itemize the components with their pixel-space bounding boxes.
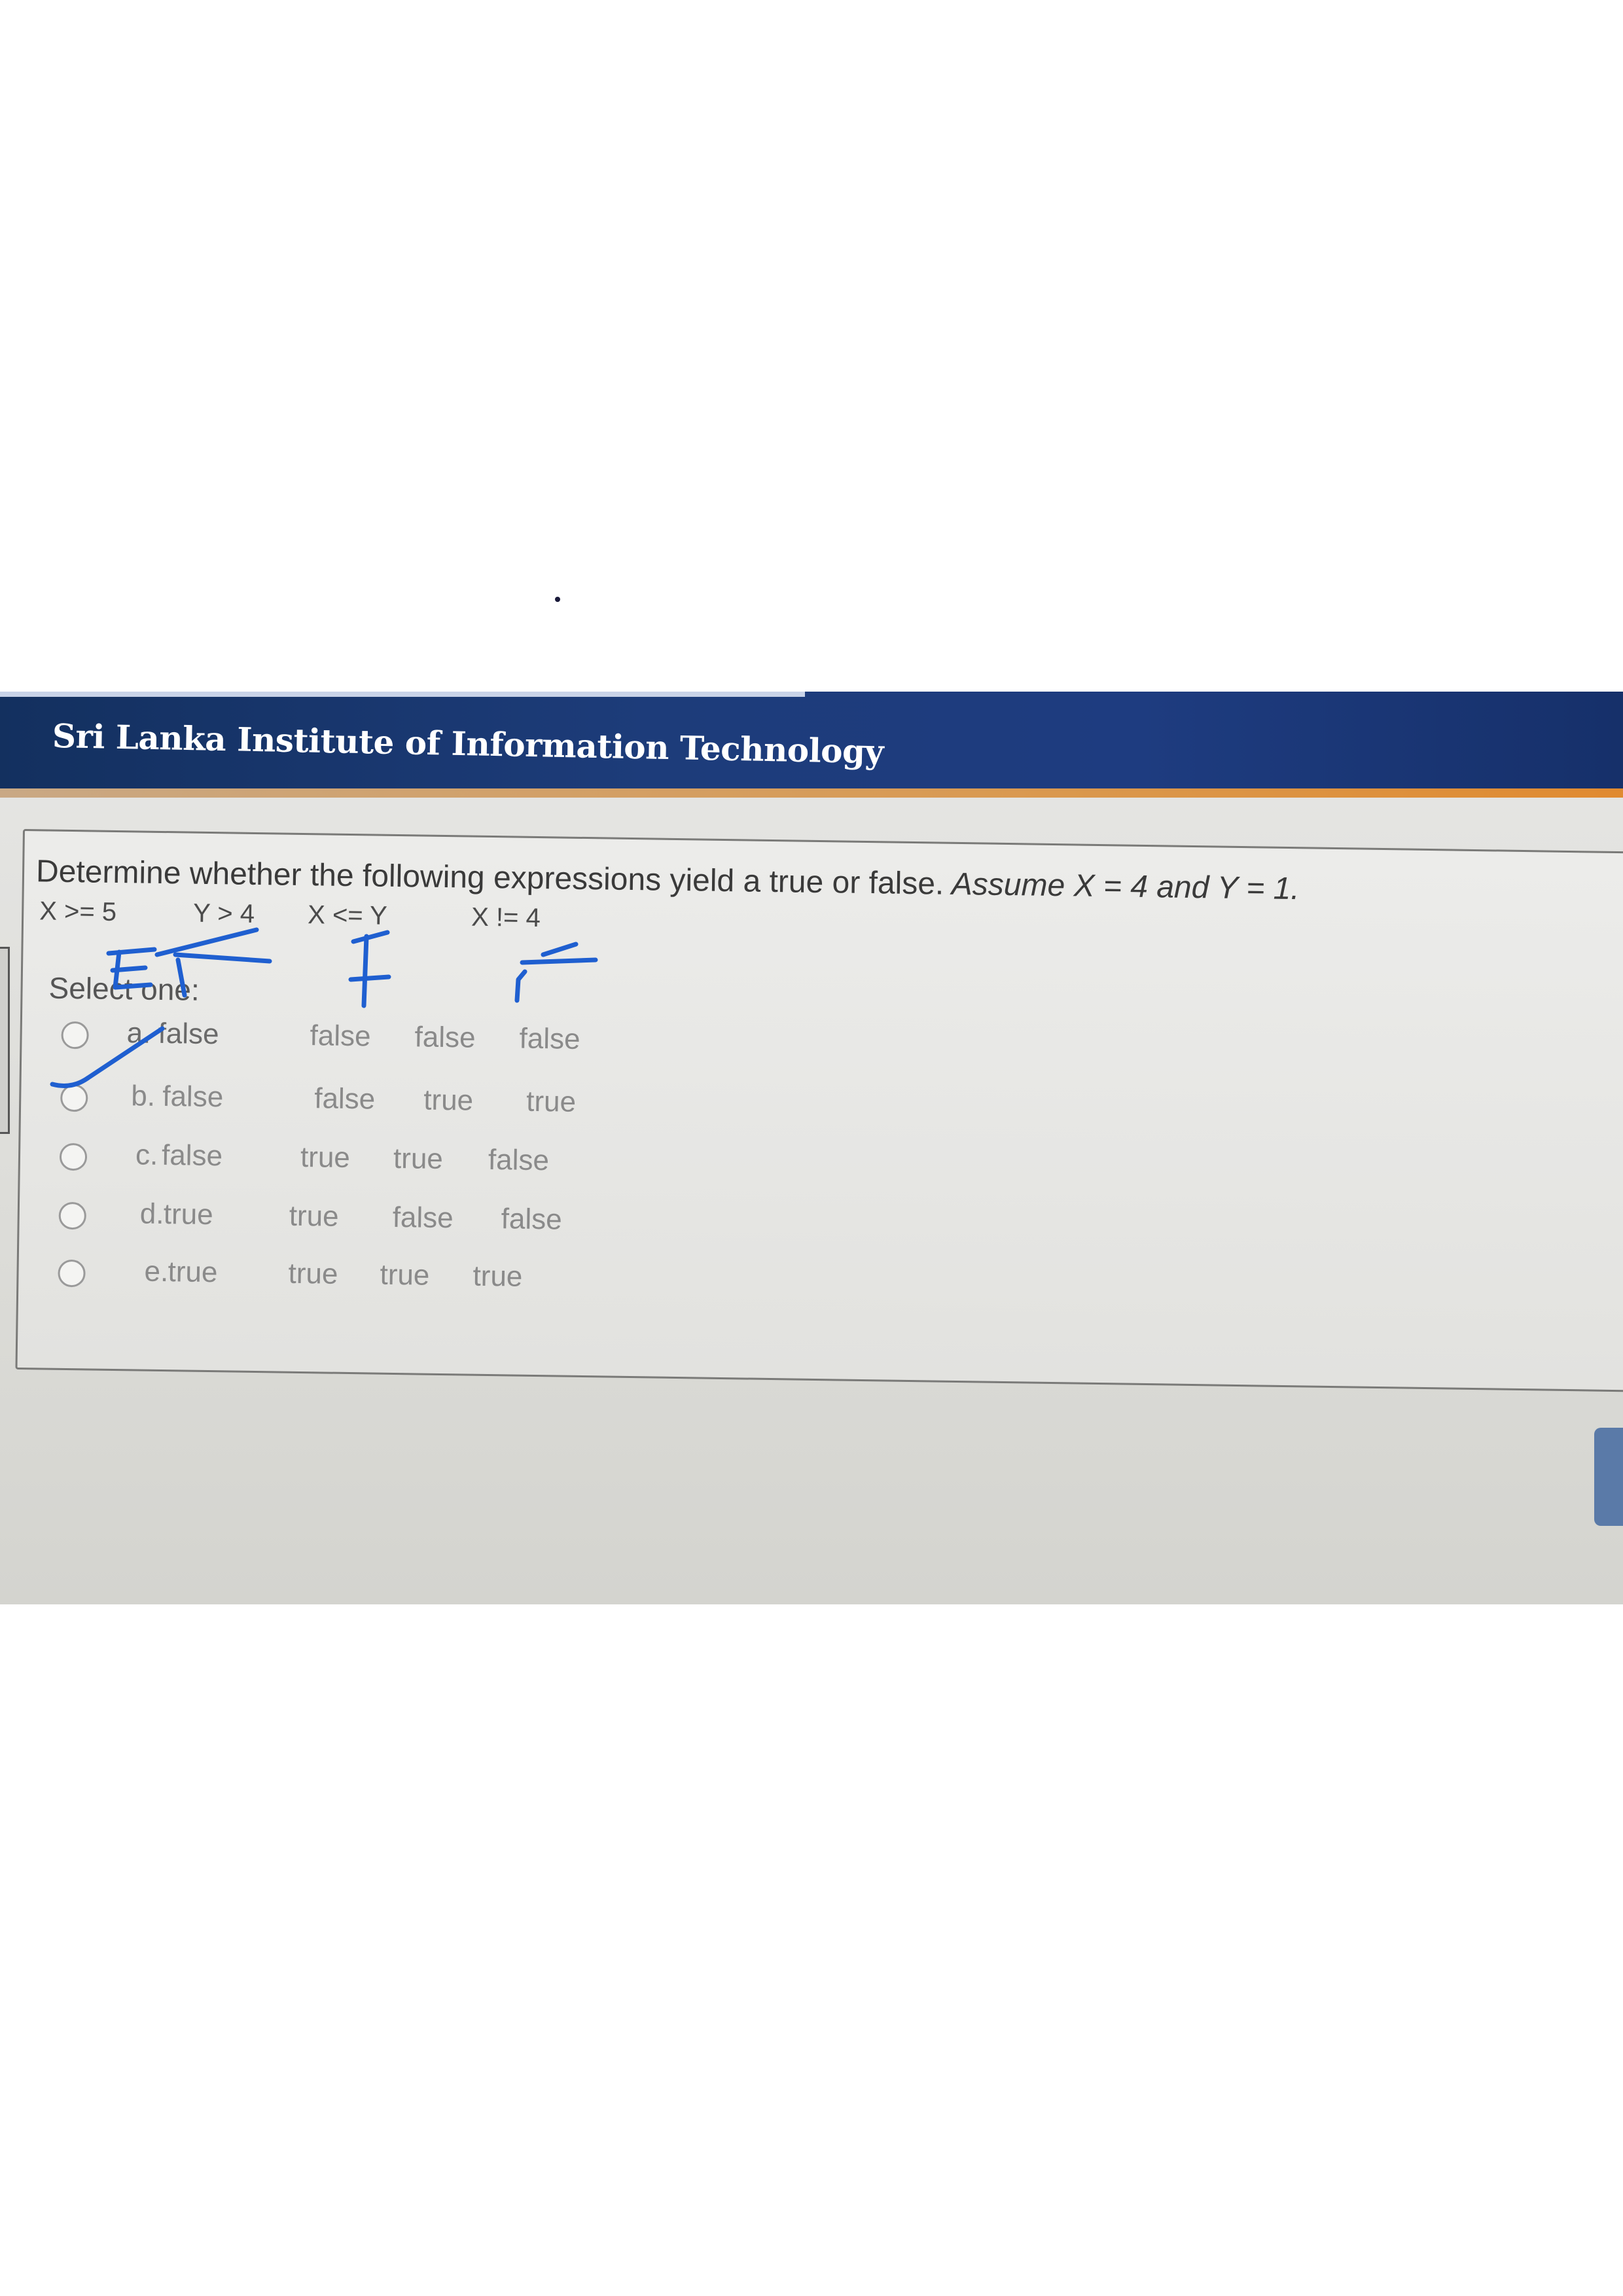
option-b-letter: b. [130,1080,156,1112]
radio-button-b[interactable] [60,1084,88,1112]
option-e-value-2: true [288,1257,338,1290]
option-b[interactable]: b. false false true true [60,1079,576,1118]
option-e-value-4: true [473,1260,523,1293]
radio-button-d[interactable] [58,1201,87,1230]
option-a-value-1: false [158,1017,219,1051]
option-a-letter: a. [126,1017,151,1050]
option-e-letter: e. [144,1255,169,1288]
option-b-value-1: false [162,1080,224,1114]
option-d-letter: d. [139,1197,164,1231]
expression-2: Y > 4 [192,898,255,928]
left-edge-tab [0,947,10,1134]
radio-button-e[interactable] [58,1259,86,1288]
radio-button-a[interactable] [61,1021,89,1050]
option-a-value-3: false [414,1021,476,1054]
expression-list: X >= 5 Y > 4 X <= Y X != 4 [39,896,541,932]
expression-3: X <= Y [307,900,388,930]
option-e-value-3: true [380,1258,430,1292]
photographed-screen: Sri Lanka Institute of Information Techn… [0,692,1623,1604]
option-c-value-2: true [300,1140,351,1174]
option-a[interactable]: a. false false false false [61,1016,580,1055]
expression-1: X >= 5 [39,896,117,927]
option-e-value-1: true [168,1256,218,1289]
stray-dot [555,597,560,602]
select-one-label: Select one: [48,970,200,1007]
option-d-value-1: true [163,1198,213,1231]
option-a-value-4: false [519,1022,580,1055]
option-c-letter: c. [135,1139,158,1171]
option-d-value-2: true [289,1199,339,1233]
option-d-value-3: false [392,1201,454,1235]
option-d[interactable]: d. true true false false [58,1197,562,1236]
expression-4: X != 4 [471,902,541,933]
option-a-value-2: false [310,1019,371,1053]
option-b-value-2: false [313,1082,376,1116]
header-highlight-line [0,692,805,697]
option-b-value-4: true [526,1085,577,1118]
institute-name: Sri Lanka Institute of Information Techn… [52,716,884,771]
radio-button-c[interactable] [59,1142,88,1171]
option-b-value-3: true [423,1084,474,1117]
option-c-value-3: true [393,1142,444,1176]
question-card: Determine whether the following expressi… [15,829,1623,1393]
site-header: Sri Lanka Institute of Information Techn… [0,692,1623,788]
option-c-value-1: false [161,1139,223,1173]
option-d-value-4: false [501,1203,563,1236]
question-main: Determine whether the following expressi… [35,854,944,902]
header-accent-bar [0,788,1623,798]
option-c-value-4: false [488,1143,550,1177]
right-edge-button[interactable] [1594,1428,1623,1526]
question-assumption: Assume X = 4 and Y = 1. [943,866,1300,907]
